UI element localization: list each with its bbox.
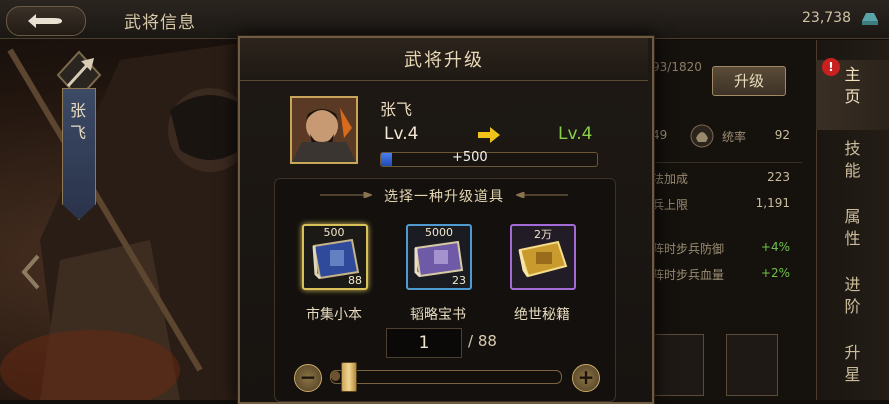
hero-portrait-image [292, 98, 356, 162]
item-price: 2万 [534, 228, 552, 241]
stat-row-label: 阵时步兵血量 [652, 268, 725, 282]
divider [652, 162, 802, 163]
item-name: 市集小本 [306, 307, 362, 323]
equipment-slot[interactable] [726, 334, 778, 396]
item-price: 500 [323, 226, 345, 239]
item-count: 88 [348, 274, 362, 287]
xp-progress-bar [380, 152, 598, 167]
stat-row-value: +2% [760, 266, 790, 280]
back-button[interactable] [6, 6, 86, 36]
stat-row-label: 阵时步兵防御 [652, 242, 725, 256]
alert-badge: ! [822, 58, 840, 76]
target-level: Lv.4 [558, 124, 593, 144]
current-level: Lv.4 [384, 124, 419, 144]
tab-star-up[interactable]: 升 星 [816, 342, 889, 386]
stat-row-value: 1,191 [755, 196, 790, 210]
upgrade-button[interactable]: 升级 [712, 66, 786, 96]
item-name: 韬略宝书 [410, 307, 466, 323]
command-value: 92 [774, 128, 790, 142]
arrow-right-icon [478, 127, 500, 143]
tab-skills[interactable]: 技 能 [816, 138, 889, 182]
quantity-slider[interactable] [330, 370, 562, 384]
increase-quantity-button[interactable]: + [572, 364, 600, 392]
hero-portrait [290, 96, 358, 164]
helmet-icon [690, 124, 714, 148]
stat-row-label: 兵上限 [652, 198, 689, 212]
experience-text: 93/1820 [652, 60, 702, 74]
decrease-quantity-button[interactable]: − [294, 364, 322, 392]
equipment-slot[interactable] [652, 334, 704, 396]
previous-hero-arrow-icon[interactable] [18, 252, 44, 292]
title-ornament-icon [516, 192, 568, 198]
item-name: 绝世秘籍 [514, 307, 570, 323]
xp-gain-text: +500 [452, 150, 488, 165]
tab-advance[interactable]: 进 阶 [816, 274, 889, 318]
item-price: 5000 [425, 226, 453, 239]
tab-attributes[interactable]: 属 性 [816, 206, 889, 250]
hero-name-vertical: 张 飞 [69, 101, 86, 142]
dialog-title: 武将升级 [404, 50, 484, 71]
xp-progress-fill [381, 153, 392, 166]
stat-row-value: +4% [760, 240, 790, 254]
quantity-input[interactable]: 1 [386, 328, 462, 358]
stat-row-value: 223 [767, 170, 790, 184]
item-count: 23 [452, 274, 466, 287]
gold-ingot-icon [862, 13, 878, 25]
quantity-slider-fill [331, 371, 340, 381]
return-arrow-icon [28, 14, 62, 28]
gold-count: 23,738 [802, 10, 851, 26]
quantity-max: / 88 [468, 332, 497, 350]
quantity-slider-handle[interactable] [341, 362, 357, 392]
hero-name: 张飞 [380, 100, 413, 119]
stat-value-partial: 49 [652, 128, 668, 142]
screen-title: 武将信息 [124, 13, 196, 33]
stat-row-label: 法加成 [652, 172, 689, 186]
